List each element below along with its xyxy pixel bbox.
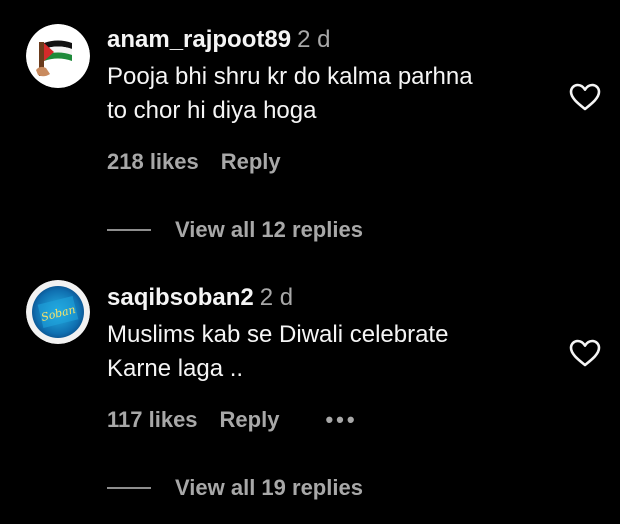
username[interactable]: saqibsoban2 xyxy=(107,284,254,311)
comment-header: anam_rajpoot89 2 d xyxy=(107,25,330,55)
reply-button[interactable]: Reply xyxy=(221,149,281,174)
reply-button[interactable]: Reply xyxy=(220,407,280,432)
avatar[interactable]: Soban xyxy=(26,280,90,344)
comment-meta: 218 likes Reply xyxy=(107,148,281,176)
palestine-flag-icon xyxy=(26,24,90,88)
comment-text: Pooja bhi shru kr do kalma parhna to cho… xyxy=(107,60,557,128)
view-replies-button[interactable]: View all 12 replies xyxy=(107,215,363,245)
likes-count[interactable]: 117 likes xyxy=(107,407,198,432)
comment-header: saqibsoban2 2 d xyxy=(107,283,293,313)
comment-text-line: Muslims kab se Diwali celebrate xyxy=(107,321,449,348)
comment-meta: 117 likes Reply ••• xyxy=(107,406,358,434)
replies-divider xyxy=(107,487,151,489)
likes-count[interactable]: 218 likes xyxy=(107,149,199,174)
comment-text-line: Karne laga .. xyxy=(107,355,244,382)
timestamp: 2 d xyxy=(297,26,331,53)
comment-text: Muslims kab se Diwali celebrate Karne la… xyxy=(107,318,557,386)
comment-text-line: to chor hi diya hoga xyxy=(107,97,317,124)
view-replies-label: View all 12 replies xyxy=(175,217,363,242)
view-replies-label: View all 19 replies xyxy=(175,475,363,500)
soban-logo-icon: Soban xyxy=(26,280,90,344)
heart-icon[interactable] xyxy=(568,338,602,368)
comment-text-line: Pooja bhi shru kr do kalma parhna xyxy=(107,63,473,90)
avatar[interactable] xyxy=(26,24,90,88)
heart-icon[interactable] xyxy=(568,82,602,112)
timestamp: 2 d xyxy=(259,284,294,311)
view-replies-button[interactable]: View all 19 replies xyxy=(107,473,363,503)
replies-divider xyxy=(107,229,151,231)
username[interactable]: anam_rajpoot89 xyxy=(107,26,291,53)
more-options-icon[interactable]: ••• xyxy=(325,406,357,434)
